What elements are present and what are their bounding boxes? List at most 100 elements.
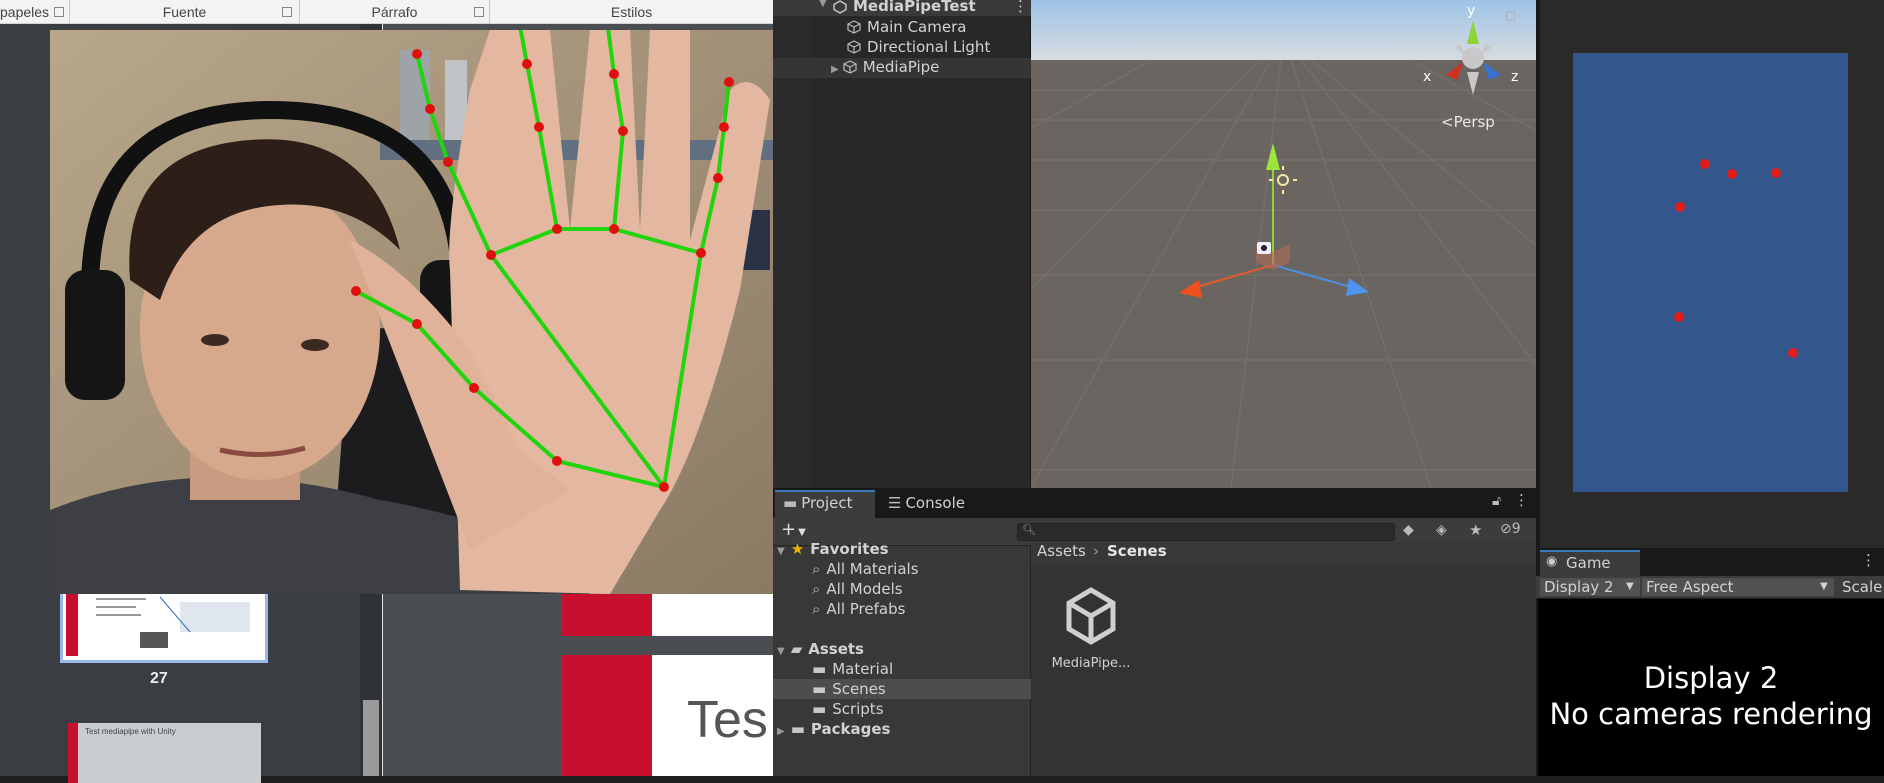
breadcrumb-item-assets[interactable]: Assets [1037,542,1086,560]
hand-skeleton [354,30,731,489]
landmark-point [486,250,496,260]
landmark-point [469,383,479,393]
landmark-point [351,286,361,296]
landmark-point [552,224,562,234]
landmark-point [425,104,435,114]
display-select[interactable]: Display 2 ▼ [1540,578,1640,596]
tree-item-assets[interactable]: ▼ ▰ Assets [777,639,864,659]
slide-accent-bar [562,590,652,636]
ribbon-group-paragraph: Párrafo [300,0,490,24]
tree-item-scripts[interactable]: ▬ Scripts [812,699,884,719]
thumbnail-accent-bar [66,590,78,656]
tree-item-favorites[interactable]: ▼ ★ Favorites [777,539,889,559]
folder-icon: ▬ [812,680,827,698]
tree-item-packages[interactable]: ▶ ▬ Packages [777,719,890,739]
hierarchy-item-directional-light[interactable]: Directional Light [847,37,990,57]
tab-game[interactable]: ◉ Game [1540,550,1640,576]
tree-item-material[interactable]: ▬ Material [812,659,893,679]
scene-menu-icon[interactable]: ⋮ [1013,0,1028,15]
ribbon-group-label: papeles [0,4,50,20]
tree-item-scenes[interactable]: ▬ Scenes [812,679,886,699]
hierarchy-item-label: Directional Light [867,38,991,56]
hierarchy-item-main-camera[interactable]: Main Camera [847,17,966,37]
plus-icon: + [781,519,797,540]
scene-name: MediaPipeTest [853,0,976,15]
scene-view[interactable]: y x z ▢ <Persp [1031,0,1536,488]
collapse-arrow-icon[interactable]: ▼ [777,646,785,657]
hand-landmark-overlay [351,30,734,492]
tab-project[interactable]: ▬ Project [775,488,861,518]
collapse-arrow-icon[interactable]: ▼ [777,546,785,557]
tree-item-all-models[interactable]: ⌕ All Models [812,579,903,599]
gameobject-cube-icon [847,40,861,54]
landmark-sphere [1674,312,1684,322]
perspective-icon: < [1441,113,1454,131]
landmark-sphere [1771,168,1781,178]
chevron-down-icon: ▼ [1820,581,1828,592]
create-button[interactable]: + ▼ [781,519,806,540]
eye-slash-icon: ⊘ [1500,521,1512,537]
tree-item-label: All Prefabs [826,600,906,618]
ribbon-group-labels: papeles Fuente Párrafo Estilos [0,0,773,24]
gizmo-y-label: y [1467,3,1476,19]
webcam-feed-window [50,30,773,594]
no-camera-message: Display 2 No cameras rendering [1538,660,1884,732]
game-display-1[interactable] [1573,53,1848,492]
landmark-point [659,482,669,492]
search-input[interactable] [1017,523,1395,541]
folder-icon: ▬ [812,700,827,718]
hierarchy-scene-row[interactable]: ▼ MediaPipeTest ⋮ [773,0,1031,16]
collapse-arrow-icon[interactable]: ▼ [819,0,827,9]
slide-number: 27 [150,670,168,687]
ribbon-group-font: Fuente [70,0,300,24]
landmark-point [609,224,619,234]
tree-item-all-prefabs[interactable]: ⌕ All Prefabs [812,599,905,619]
dialog-launcher-icon[interactable] [282,7,292,17]
no-camera-message-line1: Display 2 [1643,661,1779,695]
asset-name: MediaPipe... [1051,656,1131,671]
hierarchy-item-mediapipe[interactable]: ▶ MediaPipe [831,57,939,77]
tab-console[interactable]: ☰ Console [880,488,973,518]
hidden-packages-toggle[interactable]: ⊘9 [1500,521,1521,537]
lock-icon[interactable]: 🔓︎ [1492,493,1501,509]
landmark-point [534,122,544,132]
hierarchy-item-label: MediaPipe [862,58,940,76]
thumbnail-scrollbar-thumb[interactable] [363,700,379,776]
gamepad-icon: ◉ [1546,554,1558,569]
expand-arrow-icon[interactable]: ▶ [831,64,839,75]
dialog-launcher-icon[interactable] [474,7,484,17]
expand-arrow-icon[interactable]: ▶ [777,726,785,737]
landmark-sphere [1727,169,1737,179]
tree-item-label: Assets [808,640,864,658]
chevron-right-icon: › [1093,542,1099,560]
favorite-star-icon[interactable]: ★ [1469,521,1482,539]
tree-item-all-materials[interactable]: ⌕ All Materials [812,559,919,579]
scale-label: Scale [1842,578,1883,596]
filter-by-label-icon[interactable]: ◈ [1436,522,1447,538]
unity-scene-icon [833,0,847,14]
tab-label: Console [905,494,965,512]
console-icon: ☰ [888,494,902,512]
folder-icon: ▬ [783,494,798,512]
aspect-select[interactable]: Free Aspect ▼ [1642,578,1834,596]
projection-toggle[interactable]: <Persp [1441,113,1495,131]
panel-menu-icon[interactable]: ⋮ [1861,551,1876,569]
asset-item[interactable]: MediaPipe... [1041,584,1141,671]
dialog-launcher-icon[interactable] [54,7,64,17]
ribbon-group-clipboard: papeles [0,0,70,24]
landmark-point [618,126,628,136]
landmark-point [443,157,453,167]
scale-slider[interactable]: Scale [1842,578,1884,596]
camera-gizmo-icon[interactable] [1257,242,1271,254]
no-camera-message-line2: No cameras rendering [1549,697,1873,731]
lock-icon[interactable]: ▢ [1505,8,1516,22]
tab-label: Game [1566,554,1611,572]
search-icon: ⌕ [812,560,821,578]
panel-menu-icon[interactable]: ⋮ [1514,491,1529,509]
breadcrumb-item-scenes[interactable]: Scenes [1107,542,1167,560]
filter-by-type-icon[interactable]: ◆ [1403,522,1414,538]
unity-scene-asset-icon [1066,587,1116,645]
scene-viewport[interactable] [1031,0,1536,488]
landmark-point [522,59,532,69]
thumbnail-title: Test mediapipe with Unity [85,727,176,736]
